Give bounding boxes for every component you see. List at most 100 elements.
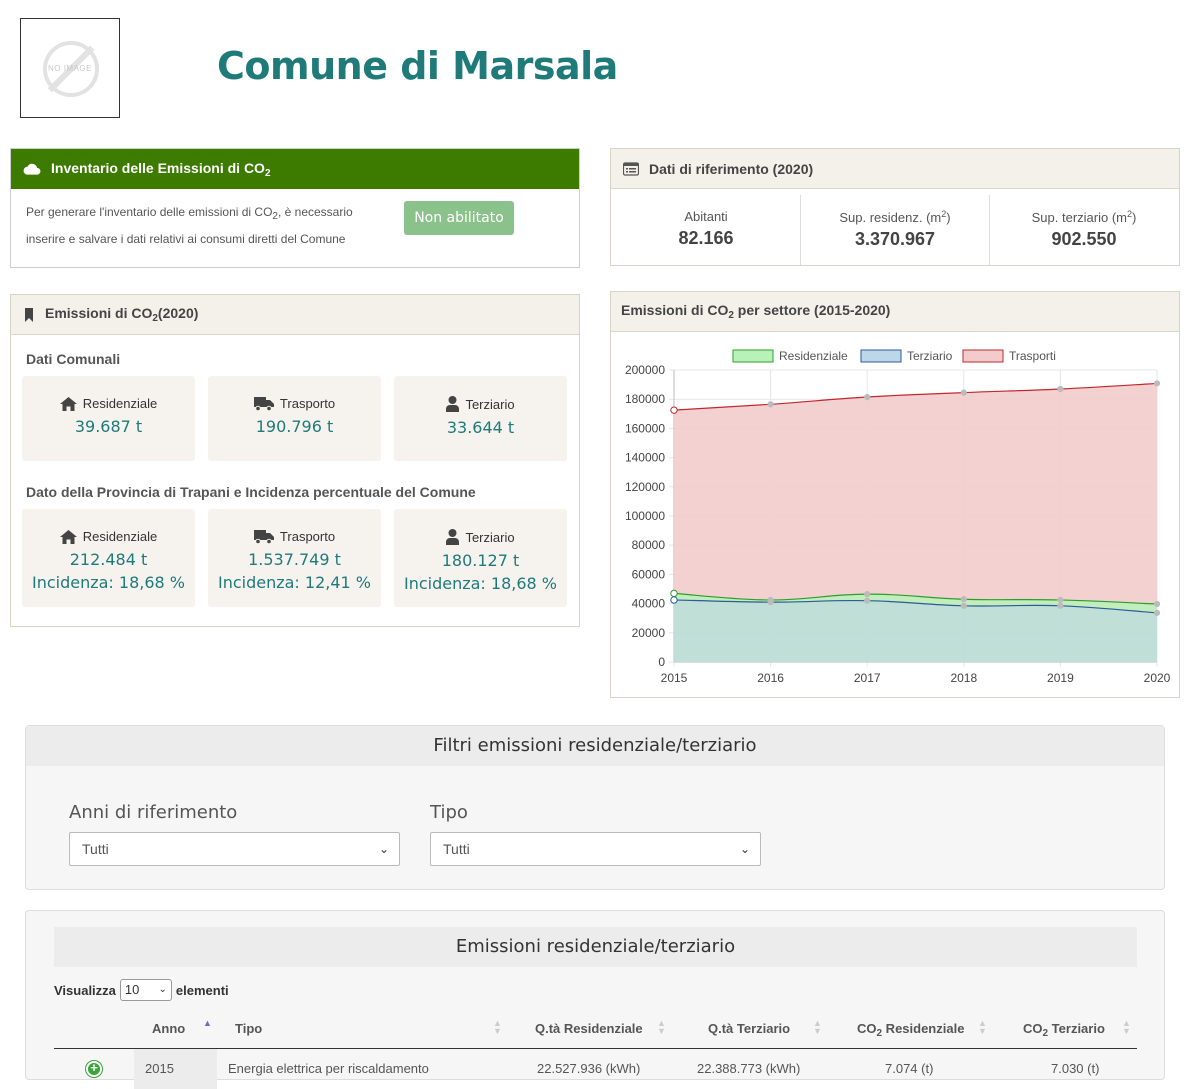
legend-item-residenziale: Residenziale (732, 349, 848, 363)
point-terziario (1057, 602, 1064, 609)
municipality-logo: NO IMAGE (20, 18, 120, 118)
expand-row-icon[interactable] (86, 1060, 102, 1077)
y-tick-label: 40000 (632, 597, 666, 611)
card-terziario-provincia: Terziario 180.127 t Incidenza: 18,68 % (394, 509, 567, 607)
anni-select-value: Tutti (82, 841, 109, 857)
card-value: 212.484 t (69, 550, 148, 569)
legend-item-terziario: Terziario (860, 349, 953, 363)
point-terziario (670, 596, 678, 604)
elementi-label: elementi (175, 982, 229, 998)
card-terziario-comunale: Terziario 33.644 t (394, 376, 567, 461)
col-anno[interactable]: Anno (152, 1021, 185, 1036)
sort-icon[interactable]: ▲ ▼ (813, 1019, 822, 1036)
emissioni-title: Emissioni di CO2(2020) (45, 305, 199, 324)
y-tick-label: 80000 (632, 538, 666, 552)
point-trasporti (1153, 380, 1161, 387)
y-tick-label: 60000 (632, 567, 666, 581)
y-tick-label: 0 (658, 655, 665, 669)
card-incidenza: Incidenza: 12,41 % (217, 573, 371, 592)
legend-item-trasporti: Trasporti (962, 349, 1056, 363)
dati-riferimento-panel: Dati di riferimento (2020) Abitanti 82.1… (610, 148, 1180, 266)
y-tick-label: 160000 (625, 421, 665, 435)
page-size-select[interactable]: 10 ⌄ (119, 979, 172, 1001)
card-label: Residenziale (82, 529, 158, 544)
card-residenziale-provincia: Residenziale 212.484 t Incidenza: 18,68 … (22, 509, 195, 607)
point-residenziale (670, 589, 678, 598)
col-qta-terziario[interactable]: Q.tà Terziario (708, 1021, 790, 1036)
sup-terziario-value: 902.550 (1051, 229, 1117, 249)
inventario-description: Per generare l'inventario delle emission… (26, 205, 353, 246)
anni-select[interactable]: Tutti ⌄ (69, 832, 400, 866)
legend-label: Terziario (907, 349, 953, 363)
sort-icon[interactable]: ▲ ▼ (657, 1019, 666, 1036)
abitanti-cell: Abitanti 82.166 (611, 195, 801, 265)
col-qta-residenziale[interactable]: Q.tà Residenziale (535, 1021, 643, 1036)
truck-icon (253, 529, 274, 544)
abitanti-label: Abitanti (684, 209, 728, 224)
point-trasporti (670, 406, 678, 414)
point-terziario (1153, 609, 1161, 616)
user-icon (446, 529, 460, 545)
legend-label: Residenziale (779, 349, 848, 363)
page-size-value: 10 (124, 982, 140, 997)
abitanti-value: 82.166 (678, 228, 734, 248)
sort-icon[interactable]: ▲ ▼ (1122, 1019, 1131, 1036)
sort-asc-icon[interactable]: ▲ (203, 1019, 212, 1028)
card-value: 39.687 t (74, 417, 143, 436)
card-trasporto-comunale: Trasporto 190.796 t (208, 376, 381, 461)
sort-icon[interactable]: ▲ ▼ (493, 1019, 502, 1036)
emissioni-settore-panel: Emissioni di CO2 per settore (2015-2020)… (610, 291, 1180, 698)
point-terziario (767, 599, 774, 606)
emissioni-header: Emissioni di CO2(2020) (11, 295, 579, 335)
user-icon (446, 396, 460, 412)
home-icon (59, 396, 77, 411)
x-tick-label: 2015 (661, 671, 688, 685)
y-tick-label: 20000 (632, 626, 666, 640)
sup-terziario-label: Sup. terziario (m2) (1031, 209, 1137, 225)
x-tick-label: 2019 (1047, 671, 1074, 685)
card-incidenza: Incidenza: 18,68 % (403, 574, 557, 593)
sup-residenziale-value: 3.370.967 (854, 229, 936, 249)
x-tick-label: 2020 (1144, 671, 1171, 685)
tabella-title: Emissioni residenziale/terziario (54, 927, 1137, 967)
tipo-label: Tipo (430, 802, 468, 823)
sort-icon[interactable]: ▲ ▼ (978, 1019, 987, 1036)
card-label: Trasporto (279, 396, 336, 411)
non-abilitato-button[interactable]: Non abilitato (404, 201, 514, 235)
sup-terziario-cell: Sup. terziario (m2) 902.550 (989, 195, 1179, 265)
tipo-select-value: Tutti (443, 841, 470, 857)
y-tick-label: 200000 (625, 363, 665, 377)
sup-residenziale-cell: Sup. residenz. (m2) 3.370.967 (800, 195, 990, 265)
col-co2-residenziale[interactable]: CO2 Residenziale (857, 1021, 964, 1039)
card-label: Residenziale (82, 396, 158, 411)
y-tick-label: 140000 (625, 451, 665, 465)
point-trasporti (767, 401, 774, 408)
point-residenziale (1153, 600, 1161, 608)
chevron-down-icon: ⌄ (378, 842, 389, 856)
point-terziario (960, 602, 967, 609)
dati-riferimento-header: Dati di riferimento (2020) (611, 149, 1179, 189)
y-tick-label: 100000 (625, 509, 665, 523)
point-trasporti (960, 389, 967, 396)
y-tick-label: 120000 (625, 480, 665, 494)
tipo-select[interactable]: Tutti ⌄ (430, 832, 761, 866)
point-residenziale (1057, 596, 1064, 604)
col-co2-terziario[interactable]: CO2 Terziario (1023, 1021, 1105, 1039)
area-terziario (674, 599, 1157, 662)
emissioni-settore-title: Emissioni di CO2 per settore (2015-2020) (621, 302, 891, 321)
x-tick-label: 2018 (950, 671, 977, 685)
dati-provincia-title: Dato della Provincia di Trapani e Incide… (26, 484, 476, 500)
legend-swatch (962, 349, 1004, 363)
card-value: 190.796 t (255, 417, 334, 436)
home-icon (59, 529, 77, 544)
dati-riferimento-title: Dati di riferimento (2020) (649, 160, 814, 177)
legend-label: Trasporti (1009, 349, 1056, 363)
legend-swatch (732, 349, 774, 363)
inventario-title: Inventario delle Emissioni di CO2 (51, 159, 271, 179)
card-residenziale-comunale: Residenziale 39.687 t (22, 376, 195, 461)
page-length-control: Visualizza 10 ⌄ elementi (54, 979, 229, 1001)
point-trasporti (864, 393, 871, 401)
col-tipo[interactable]: Tipo (235, 1021, 262, 1036)
inventario-header: Inventario delle Emissioni di CO2 (11, 149, 579, 189)
inventario-panel: Inventario delle Emissioni di CO2 Per ge… (10, 148, 580, 268)
